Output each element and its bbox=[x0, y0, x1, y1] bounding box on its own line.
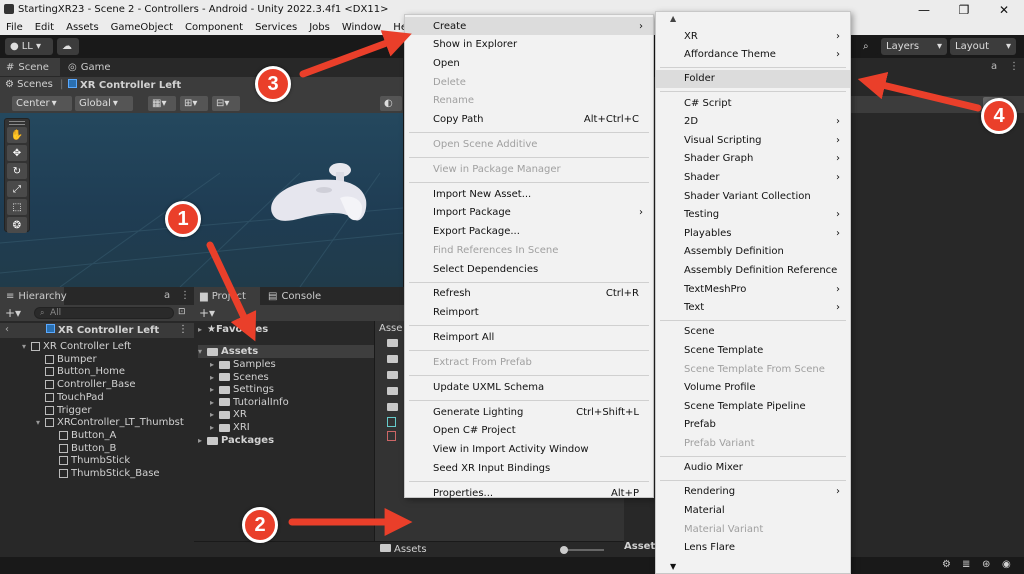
annotation-badge-2: 2 bbox=[242, 507, 278, 543]
annotation-arrows bbox=[206, 30, 982, 536]
annotation-badge-1: 1 bbox=[165, 201, 201, 237]
annotation-badge-4: 4 bbox=[981, 98, 1017, 134]
annotation-badge-3: 3 bbox=[255, 66, 291, 102]
arrow-3 bbox=[299, 30, 412, 78]
arrow-1 bbox=[206, 241, 257, 342]
arrow-4 bbox=[857, 71, 982, 112]
